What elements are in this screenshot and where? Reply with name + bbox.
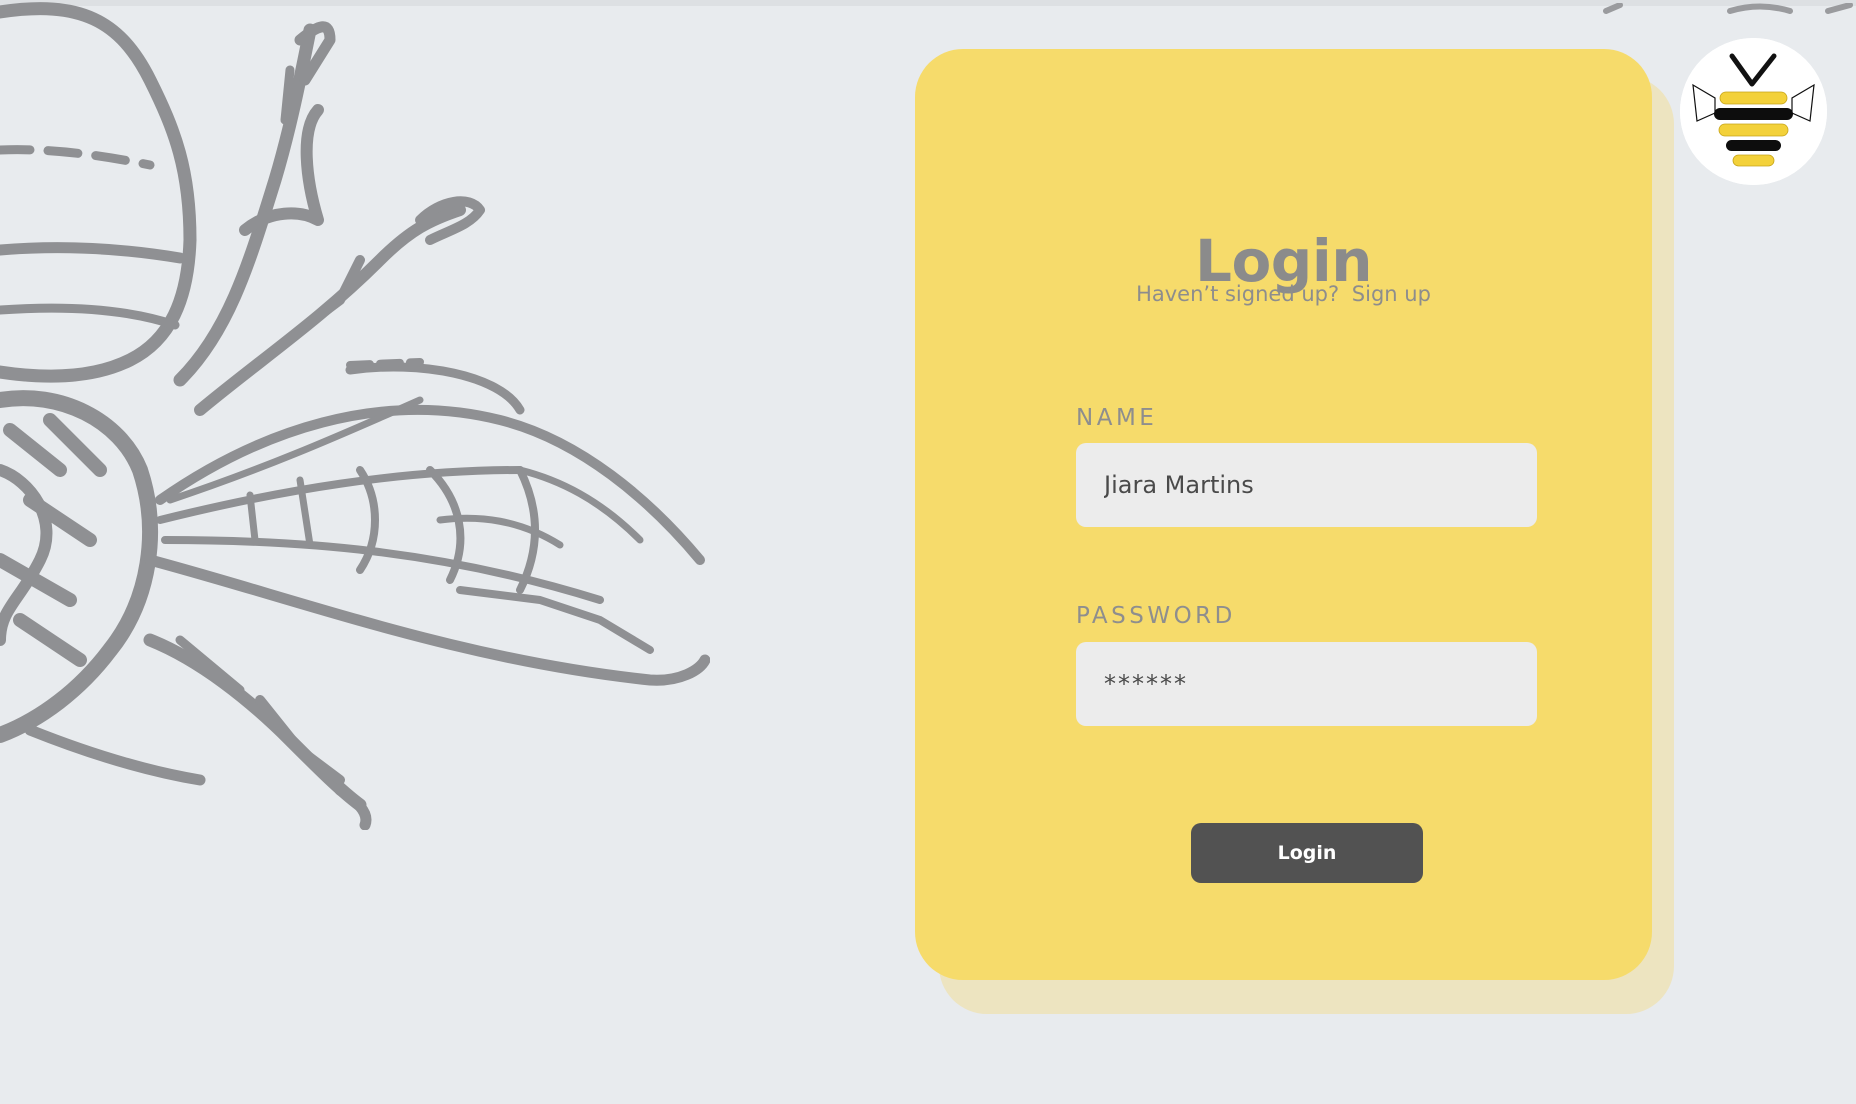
login-card: Login Haven’t signed up? Sign up NAME PA… bbox=[915, 49, 1652, 980]
signup-line: Haven’t signed up? Sign up bbox=[915, 282, 1652, 306]
login-button[interactable]: Login bbox=[1191, 823, 1423, 883]
signup-prompt: Haven’t signed up? bbox=[1136, 282, 1340, 306]
bee-illustration bbox=[0, 0, 710, 830]
password-label: PASSWORD bbox=[1076, 603, 1236, 629]
bee-logo-icon[interactable] bbox=[1680, 38, 1827, 185]
name-input[interactable] bbox=[1076, 443, 1537, 527]
login-page: Login Haven’t signed up? Sign up NAME PA… bbox=[0, 0, 1856, 1104]
corner-leg-decoration bbox=[1560, 0, 1856, 14]
signup-link[interactable]: Sign up bbox=[1352, 282, 1431, 306]
password-input[interactable] bbox=[1076, 642, 1537, 726]
name-label: NAME bbox=[1076, 405, 1158, 431]
